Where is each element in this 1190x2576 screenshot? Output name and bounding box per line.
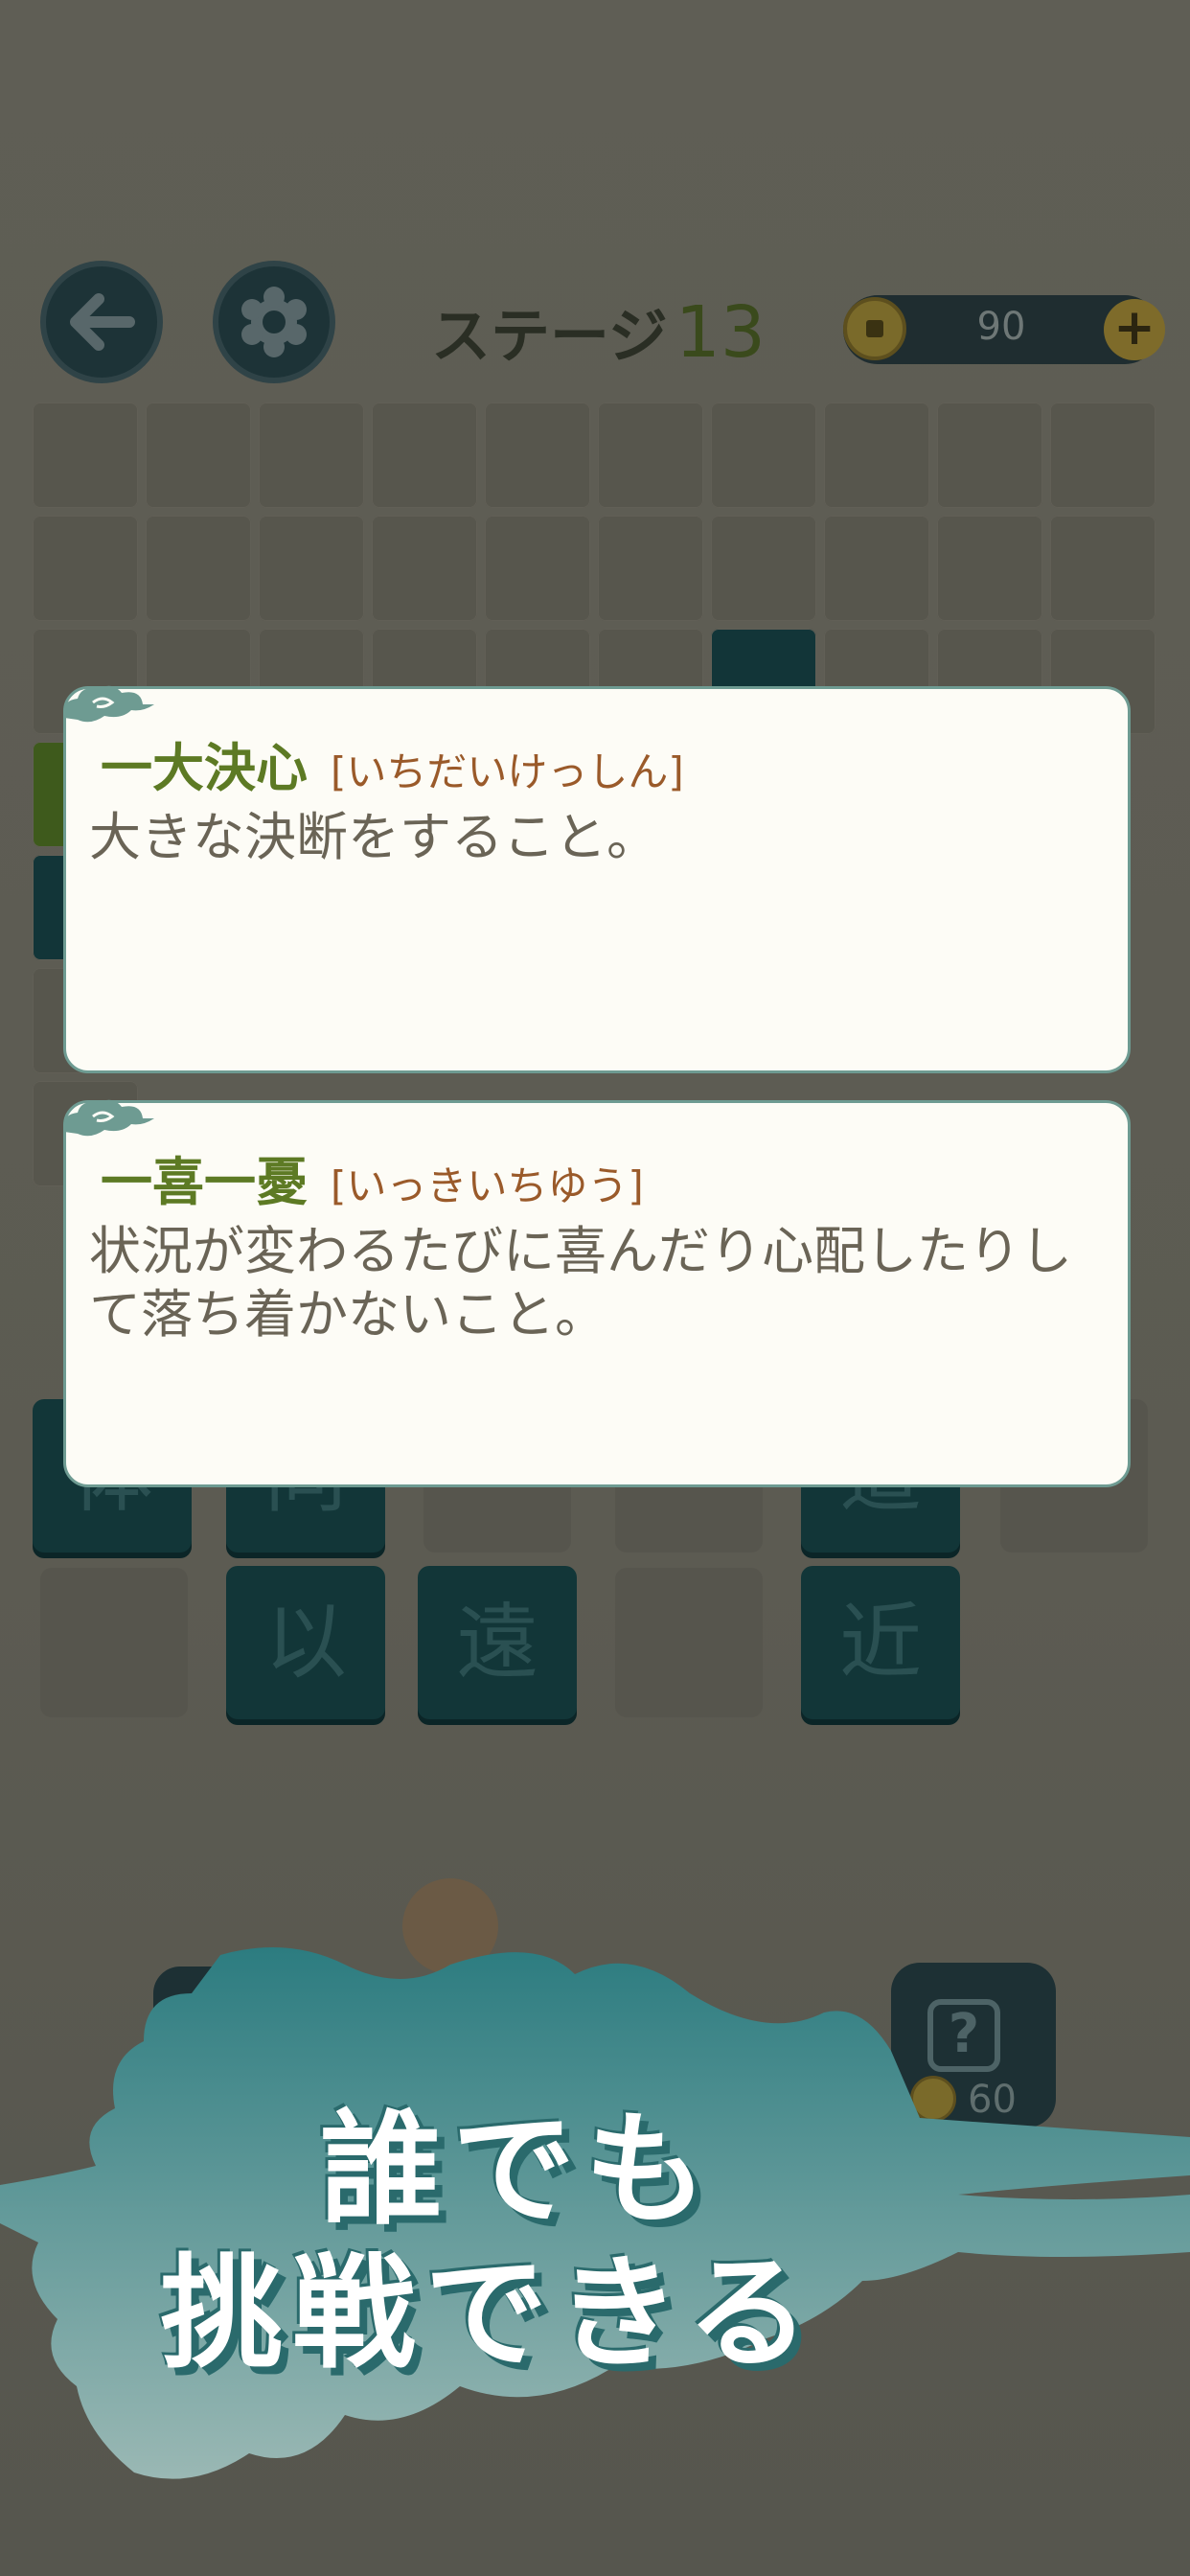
grid-cell (598, 402, 703, 508)
grid-cell (598, 516, 703, 621)
idiom-reading: [いっきいちゆう] (331, 1162, 644, 1209)
grid-cell (33, 402, 138, 508)
back-button[interactable] (40, 261, 163, 383)
grid-cell (824, 402, 929, 508)
idiom-meaning: 大きな決断をすること。 (89, 807, 658, 867)
grid-cell (824, 516, 929, 621)
stage-number: 13 (675, 291, 766, 374)
grid-cell (711, 516, 816, 621)
plus-icon[interactable]: + (1104, 299, 1165, 360)
grid-cell (146, 402, 251, 508)
grid-cell (259, 516, 364, 621)
coin-counter: 90 + (843, 295, 1165, 364)
grid-cell (485, 516, 590, 621)
top-bar: ステージ 13 90 + (0, 259, 1190, 393)
grid-cell (711, 402, 816, 508)
grid-cell (485, 402, 590, 508)
tile-slot-empty (40, 1568, 188, 1717)
grid-cell (372, 516, 477, 621)
tile[interactable]: 遠 (418, 1566, 577, 1719)
grid-cell (937, 402, 1042, 508)
stage-label-text: ステージ (431, 301, 668, 371)
grid-cell (259, 402, 364, 508)
tile[interactable]: 以 (226, 1566, 385, 1719)
idiom-meaning: 状況が変わるたびに喜んだり心配したりして落ち着かないこと。 (89, 1221, 1072, 1345)
definition-card: 一喜一憂 [いっきいちゆう] 状況が変わるたびに喜んだり心配したりして落ち着かない… (63, 1099, 1131, 1487)
promo-line2: 挑戦できる (160, 2242, 819, 2385)
tile-slot-empty (615, 1568, 763, 1717)
grid-cell (1050, 402, 1156, 508)
grid-cell (372, 402, 477, 508)
grid-cell (33, 516, 138, 621)
idiom-title: 一大決心 (101, 738, 308, 798)
stage-title: ステージ 13 (431, 288, 766, 374)
idiom-reading: [いちだいけっしん] (331, 748, 684, 795)
gear-icon (241, 287, 307, 357)
settings-button[interactable] (213, 261, 335, 383)
grid-cell (937, 516, 1042, 621)
definition-card: 一大決心 [いちだいけっしん] 大きな決断をすること。 (63, 685, 1131, 1073)
idiom-title: 一喜一憂 (101, 1152, 308, 1212)
grid-cell (1050, 516, 1156, 621)
tile[interactable]: 近 (801, 1566, 960, 1719)
grid-cell (146, 516, 251, 621)
back-arrow-icon (70, 293, 135, 351)
